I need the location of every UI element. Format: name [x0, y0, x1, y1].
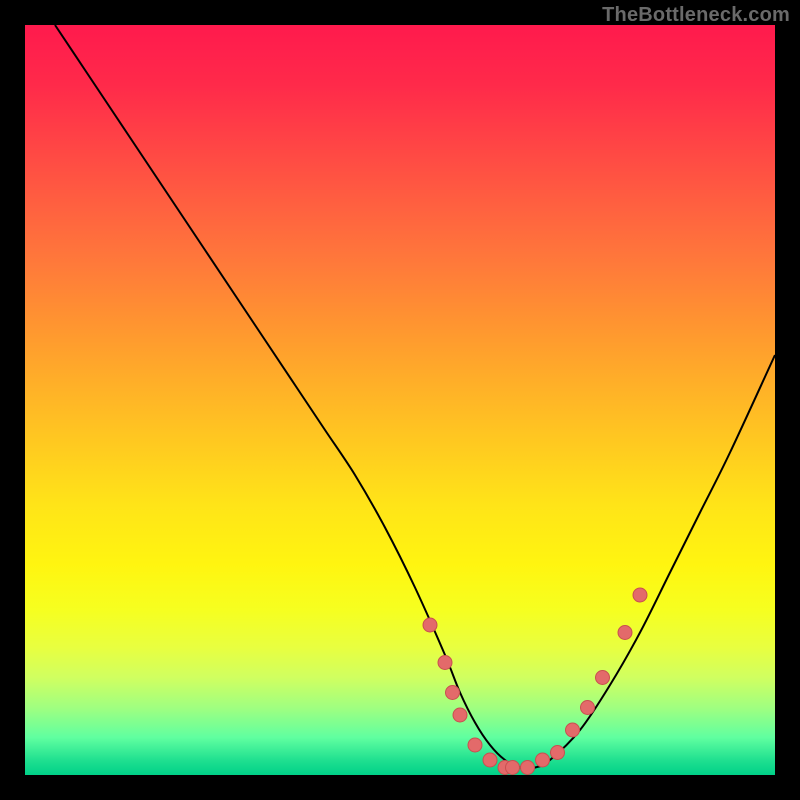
curve-marker	[423, 618, 437, 632]
chart-frame: TheBottleneck.com	[0, 0, 800, 800]
curve-marker	[483, 753, 497, 767]
curve-marker	[633, 588, 647, 602]
chart-svg	[25, 25, 775, 775]
curve-marker	[596, 671, 610, 685]
curve-marker	[446, 686, 460, 700]
curve-marker	[566, 723, 580, 737]
curve-marker	[618, 626, 632, 640]
curve-marker	[521, 761, 535, 775]
curve-marker	[581, 701, 595, 715]
bottleneck-curve	[55, 25, 775, 768]
curve-marker	[438, 656, 452, 670]
curve-marker	[506, 761, 520, 775]
curve-marker	[536, 753, 550, 767]
curve-marker	[551, 746, 565, 760]
curve-marker	[468, 738, 482, 752]
curve-marker	[453, 708, 467, 722]
watermark-text: TheBottleneck.com	[602, 4, 790, 27]
